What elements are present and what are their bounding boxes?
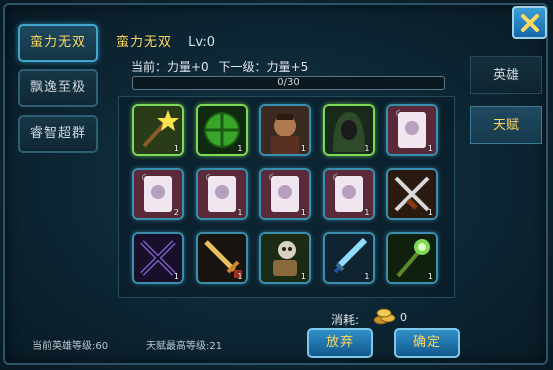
talent-slot[interactable]: 1 [386, 232, 438, 284]
talent-slot[interactable]: 1 [259, 104, 311, 156]
talent-title: 蛮力无双 Lv:0 [116, 31, 215, 50]
talent-slot[interactable]: 1 [132, 104, 184, 156]
tab-talent[interactable]: 天赋 [470, 106, 542, 144]
talent-slot-count: 2 [173, 208, 179, 217]
max-talent-level-text: 天赋最高等级:21 [146, 341, 223, 352]
tab-hero[interactable]: 英雄 [470, 56, 542, 94]
talent-slot[interactable]: 1 [322, 104, 375, 156]
talent-slot-count: 1 [237, 208, 243, 217]
talent-slot-count: 1 [364, 272, 370, 281]
talent-slot-count: 1 [300, 272, 306, 281]
talent-slot[interactable]: 1 [259, 168, 311, 220]
talent-slot-count: 1 [300, 144, 306, 153]
talent-grid: 1 1 1 1 1 2 1 1 1 1 1 1 1 1 1 [118, 96, 455, 298]
talent-slot[interactable]: 1 [195, 232, 248, 284]
talent-level: Lv:0 [188, 35, 216, 50]
talent-slot-count: 1 [364, 208, 370, 217]
talent-slot-count: 1 [237, 144, 243, 153]
nav-item-agility[interactable]: 飘逸至极 [18, 69, 98, 107]
talent-tree-nav: 蛮力无双 飘逸至极 睿智超群 [8, 14, 103, 314]
discard-button[interactable]: 放弃 [307, 328, 373, 358]
hero-level-text: 当前英雄等级:60 [32, 341, 109, 352]
close-icon [520, 13, 539, 32]
talent-slot-count: 1 [173, 272, 179, 281]
talent-slot[interactable]: 1 [386, 168, 438, 220]
gold-coins-icon [373, 308, 396, 325]
next-bonus: 下一级：力量+5 [218, 60, 309, 74]
talent-slot[interactable]: 1 [132, 232, 184, 284]
talent-slot[interactable]: 1 [195, 168, 248, 220]
talent-slot-count: 1 [300, 208, 306, 217]
talent-progress-bar: 0/30 [132, 76, 445, 90]
current-bonus: 当前：力量+0 [131, 60, 209, 74]
talent-slot-count: 1 [237, 272, 243, 281]
talent-slot[interactable]: 1 [195, 104, 248, 156]
talent-slot-count: 1 [427, 208, 433, 217]
talent-slot-count: 1 [427, 272, 433, 281]
talent-slot[interactable]: 1 [322, 232, 375, 284]
talent-slot-count: 1 [427, 144, 433, 153]
talent-slot-count: 1 [173, 144, 179, 153]
talent-slot[interactable]: 1 [386, 104, 438, 156]
close-button[interactable] [512, 6, 547, 39]
talent-slot[interactable]: 1 [259, 232, 311, 284]
cost-value: 0 [400, 311, 407, 324]
nav-item-wisdom[interactable]: 睿智超群 [18, 115, 98, 153]
nav-item-brute-force[interactable]: 蛮力无双 [18, 24, 98, 62]
progress-text: 0/30 [277, 77, 300, 88]
talent-slot[interactable]: 1 [322, 168, 375, 220]
cost-label: 消耗: [331, 313, 360, 327]
talent-name: 蛮力无双 [116, 35, 173, 50]
talent-stats: 当前：力量+0 下一级：力量+5 [131, 58, 314, 75]
talent-slot[interactable]: 2 [132, 168, 184, 220]
confirm-button[interactable]: 确定 [394, 328, 460, 358]
talent-slot-count: 1 [364, 144, 370, 153]
